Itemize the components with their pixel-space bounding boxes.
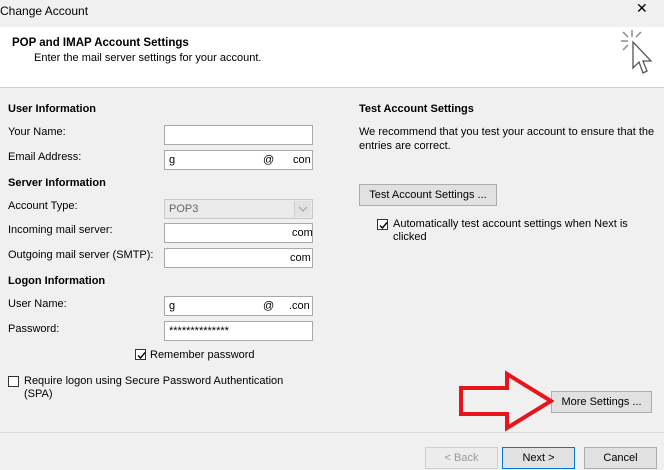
outgoing-server-input[interactable]: com — [164, 248, 313, 268]
chevron-down-icon — [294, 201, 311, 217]
incoming-server-label: Incoming mail server: — [8, 224, 113, 236]
account-type-label: Account Type: — [8, 200, 78, 212]
page-subtitle: Enter the mail server settings for your … — [34, 52, 262, 64]
email-prefix: g — [169, 154, 176, 166]
auto-test-label: Automatically test account settings when… — [393, 218, 628, 243]
auto-test-checkbox[interactable] — [377, 219, 388, 230]
back-button[interactable]: < Back — [425, 447, 498, 469]
account-type-value: POP3 — [169, 203, 199, 215]
outgoing-server-label: Outgoing mail server (SMTP): — [8, 249, 154, 261]
footer-divider — [0, 432, 664, 433]
your-name-input[interactable] — [164, 125, 313, 145]
red-arrow-icon — [459, 370, 554, 432]
page-title: POP and IMAP Account Settings — [12, 37, 189, 49]
window-title: Change Account — [0, 4, 89, 18]
your-name-label: Your Name: — [8, 126, 66, 138]
username-input[interactable]: g @ .con — [164, 296, 313, 316]
email-at: @ — [263, 154, 275, 166]
remember-password-label: Remember password — [150, 349, 255, 361]
checkmark-icon — [137, 352, 146, 360]
test-account-settings-button[interactable]: Test Account Settings ... — [359, 184, 497, 206]
password-label: Password: — [8, 323, 60, 335]
logon-info-heading: Logon Information — [8, 275, 106, 287]
spa-checkbox[interactable] — [8, 376, 19, 387]
username-prefix: g — [169, 300, 176, 312]
server-info-heading: Server Information — [8, 177, 106, 189]
next-button[interactable]: Next > — [502, 447, 575, 469]
account-type-select: POP3 — [164, 199, 313, 219]
spa-label: Require logon using Secure Password Auth… — [24, 375, 284, 400]
cursor-sparkle-icon — [621, 30, 653, 74]
email-address-input[interactable]: g @ con — [164, 150, 313, 170]
outgoing-server-value: com — [290, 252, 311, 264]
cancel-button[interactable]: Cancel — [584, 447, 657, 469]
user-info-heading: User Information — [8, 103, 97, 115]
username-suffix: .con — [289, 300, 310, 312]
incoming-server-input[interactable]: com — [164, 223, 313, 243]
password-input[interactable]: ************** — [164, 321, 313, 341]
username-label: User Name: — [8, 298, 67, 310]
close-icon[interactable]: ✕ — [636, 0, 648, 17]
more-settings-button[interactable]: More Settings ... — [551, 391, 652, 413]
test-settings-heading: Test Account Settings — [359, 103, 474, 115]
incoming-server-value: com — [292, 227, 313, 239]
test-settings-description: We recommend that you test your account … — [359, 126, 655, 152]
email-suffix: con — [293, 154, 311, 166]
username-at: @ — [263, 300, 275, 312]
email-address-label: Email Address: — [8, 151, 82, 163]
remember-password-checkbox[interactable] — [135, 349, 146, 360]
checkmark-icon — [379, 222, 388, 230]
